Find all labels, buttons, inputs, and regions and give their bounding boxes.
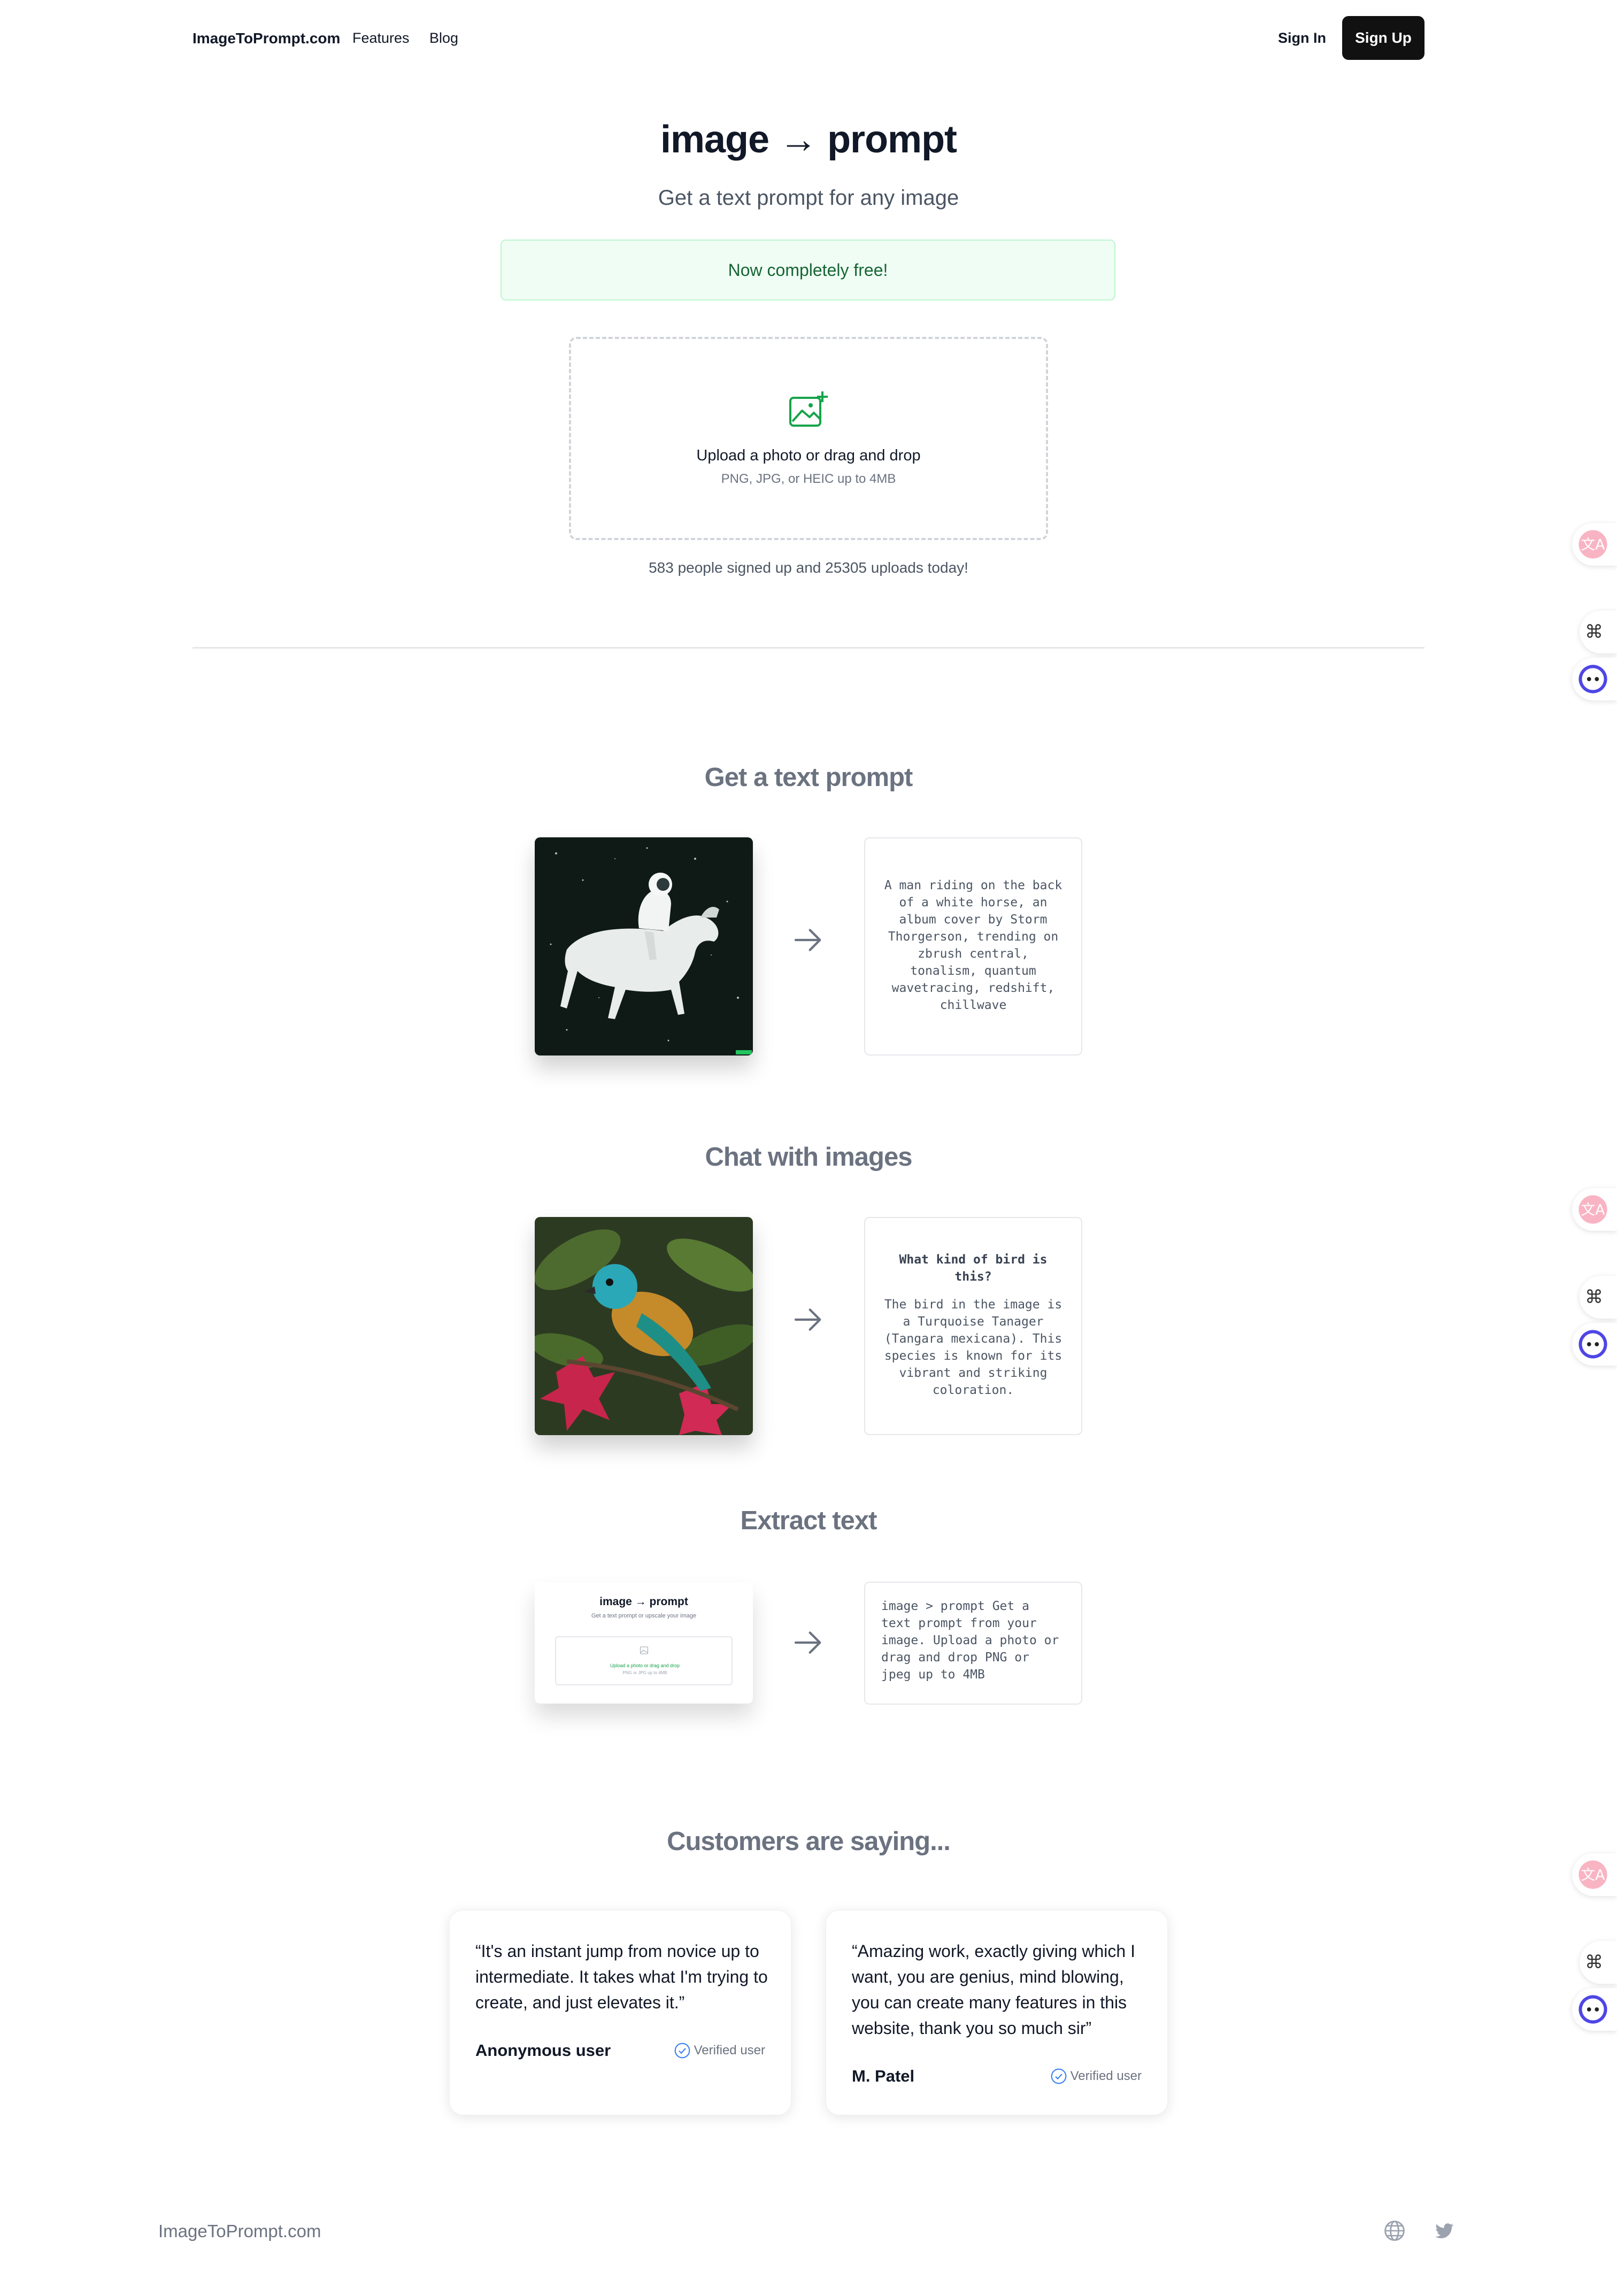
testimonials-title: Customers are saying... (667, 1827, 951, 1856)
verified-badge: Verified user (1050, 2068, 1142, 2085)
footer-brand[interactable]: ImageToPrompt.com (158, 2221, 321, 2241)
chat-question: What kind of bird is this? (899, 1253, 1048, 1284)
upload-label[interactable]: Upload a photo or drag and drop (569, 447, 1048, 465)
extract-output-box: image > prompt Get a text prompt from yo… (864, 1582, 1082, 1705)
assistant-widget[interactable] (1572, 658, 1617, 700)
page-subtitle: Get a text prompt for any image (658, 186, 959, 210)
arrow-right-icon (794, 1631, 821, 1654)
brand-logo[interactable]: ImageToPrompt.com (192, 30, 340, 47)
thumb-subtitle: Get a text prompt or upscale your image (591, 1613, 697, 1619)
command-icon: ⌘ (1585, 622, 1603, 642)
image-icon (640, 1646, 648, 1654)
check-circle-icon (1051, 2068, 1066, 2084)
assistant-icon (1578, 1995, 1607, 2024)
testimonial-card: “It's an instant jump from novice up to … (449, 1910, 791, 2115)
verified-badge: Verified user (674, 2042, 765, 2059)
testimonial-author: M. Patel (852, 2067, 915, 2085)
thumb-title: image → prompt (599, 1596, 688, 1608)
upload-hint: PNG, JPG, or HEIC up to 4MB (721, 472, 896, 486)
translate-icon: 文A (1578, 1860, 1607, 1889)
assistant-widget[interactable] (1572, 1323, 1617, 1366)
translate-widget[interactable]: 文A (1572, 1188, 1617, 1231)
svg-text:文A: 文A (1581, 537, 1605, 553)
usage-stats: 583 people signed up and 25305 uploads t… (649, 559, 968, 576)
command-icon: ⌘ (1585, 1287, 1603, 1307)
testimonial-card: “Amazing work, exactly giving which I wa… (826, 1910, 1168, 2115)
upload-dropzone[interactable] (569, 337, 1048, 540)
bird-image (535, 1217, 753, 1435)
command-widget[interactable]: ⌘ (1580, 611, 1617, 653)
chat-output-box: What kind of bird is this? The bird in t… (864, 1217, 1082, 1435)
command-icon: ⌘ (1585, 1952, 1603, 1973)
svg-text:文A: 文A (1581, 1202, 1605, 1219)
sign-in-link[interactable]: Sign In (1278, 30, 1326, 47)
prompt-output-box: A man riding on the back of a white hors… (864, 837, 1082, 1055)
page-title: image → prompt (660, 118, 957, 161)
extract-output-text: image > prompt Get a text prompt from yo… (881, 1599, 1059, 1682)
assistant-icon (1578, 1330, 1607, 1359)
add-image-icon (789, 391, 828, 427)
nav-link-features[interactable]: Features (352, 30, 410, 47)
translate-icon: 文A (1578, 530, 1607, 559)
globe-icon[interactable] (1383, 2219, 1406, 2243)
testimonial-author: Anonymous user (475, 2041, 611, 2060)
extract-sample-thumbnail: image → prompt Get a text prompt or upsc… (535, 1583, 753, 1704)
arrow-right-icon (794, 929, 821, 951)
section-title-chat: Chat with images (705, 1143, 913, 1172)
twitter-icon[interactable] (1433, 2220, 1456, 2241)
free-banner: Now completely free! (500, 240, 1115, 301)
assistant-icon (1578, 665, 1607, 694)
section-title-prompt: Get a text prompt (704, 763, 913, 792)
divider (192, 647, 1424, 649)
assistant-widget[interactable] (1572, 1988, 1617, 2031)
sign-up-button[interactable]: Sign Up (1342, 16, 1424, 60)
free-banner-text: Now completely free! (728, 260, 888, 280)
chat-answer: The bird in the image is a Turquoise Tan… (884, 1298, 1062, 1397)
thumb-upload-label: Upload a photo or drag and drop (610, 1663, 680, 1668)
translate-icon: 文A (1578, 1195, 1607, 1224)
nav-link-blog[interactable]: Blog (429, 30, 458, 47)
thumb-upload-hint: PNG or JPG up to 4MB (622, 1670, 667, 1675)
astronaut-horse-image (535, 837, 753, 1055)
verified-label: Verified user (694, 2043, 765, 2058)
translate-widget[interactable]: 文A (1572, 1853, 1617, 1896)
thumb-dropzone: Upload a photo or drag and drop PNG or J… (555, 1636, 733, 1685)
command-widget[interactable]: ⌘ (1580, 1276, 1617, 1319)
arrow-right-icon (794, 1308, 821, 1331)
section-title-extract: Extract text (740, 1506, 877, 1535)
testimonial-quote: “It's an instant jump from novice up to … (475, 1941, 768, 2012)
prompt-output-text: A man riding on the back of a white hors… (884, 879, 1062, 1012)
verified-label: Verified user (1070, 2069, 1142, 2083)
command-widget[interactable]: ⌘ (1580, 1941, 1617, 1984)
check-circle-icon (674, 2043, 690, 2059)
testimonial-quote: “Amazing work, exactly giving which I wa… (852, 1941, 1135, 2038)
translate-widget[interactable]: 文A (1572, 523, 1617, 566)
svg-text:文A: 文A (1581, 1867, 1605, 1884)
